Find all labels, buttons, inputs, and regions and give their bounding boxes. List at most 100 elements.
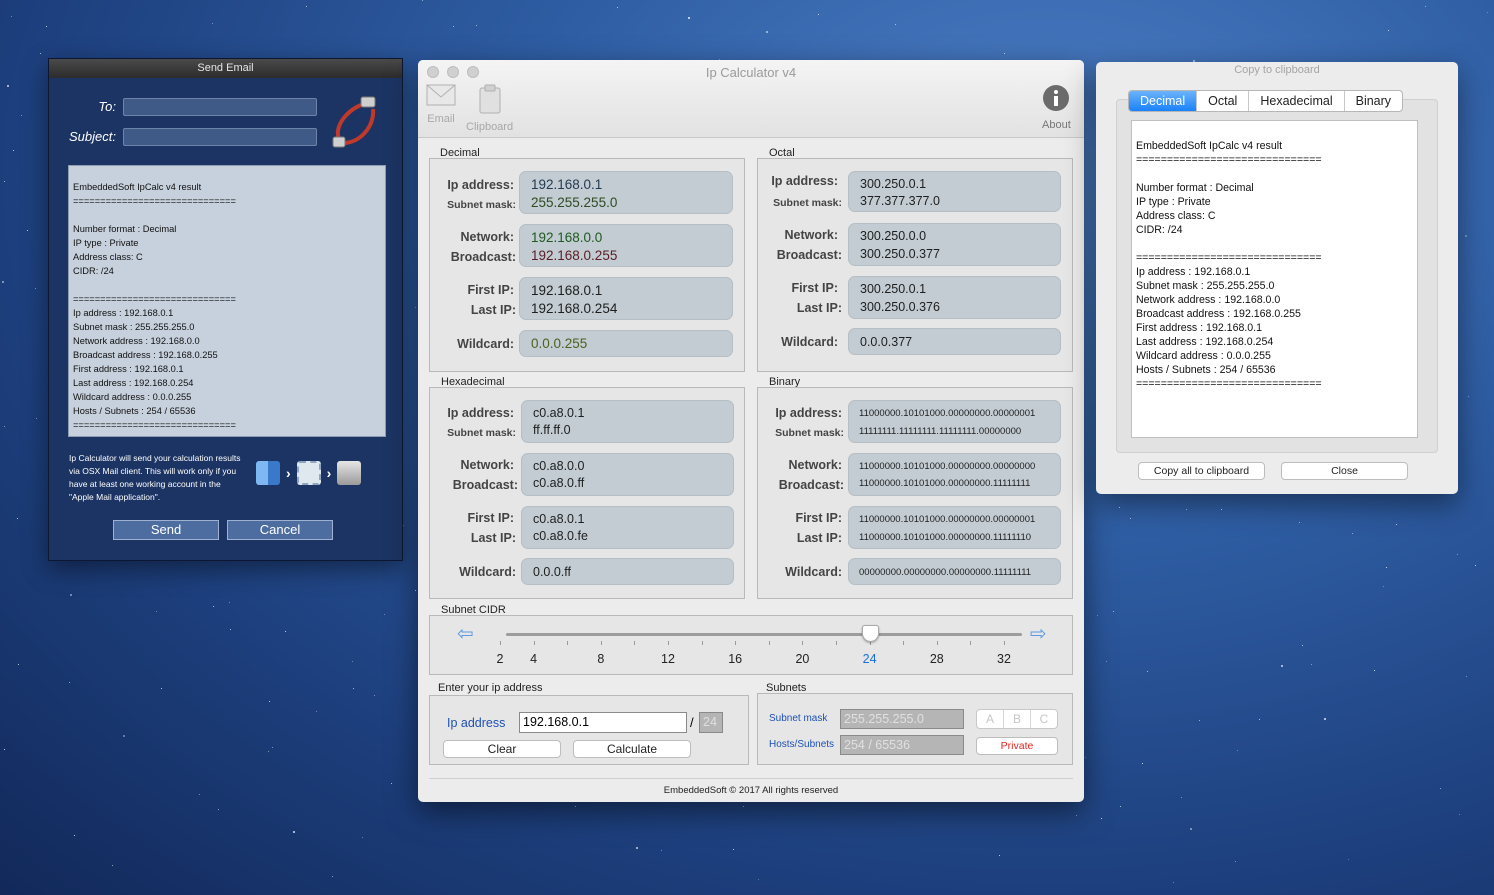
decimal-first-label: First IP:	[467, 283, 514, 297]
octal-ip-label: Ip address:	[771, 174, 838, 188]
cidr-tick	[1004, 641, 1005, 645]
envelope-icon	[426, 84, 456, 106]
format-tabs: Decimal Octal Hexadecimal Binary	[1128, 90, 1404, 112]
star	[156, 611, 157, 612]
address-class-selector: A B C	[976, 709, 1058, 729]
star	[123, 735, 125, 737]
cancel-button[interactable]: Cancel	[227, 520, 333, 540]
star	[818, 14, 819, 15]
star	[453, 26, 454, 27]
binary-mask-value: 11111111.11111111.11111111.00000000	[859, 426, 1022, 437]
star	[218, 809, 219, 810]
binary-network-label: Network:	[788, 458, 842, 472]
octal-network-label: Network:	[784, 228, 838, 242]
star	[1173, 882, 1174, 883]
clipboard-tool[interactable]: Clipboard	[466, 84, 513, 133]
binary-network-value: 11000000.10101000.00000000.00000000	[859, 461, 1036, 472]
cidr-tick-label: 8	[597, 652, 605, 666]
star	[758, 879, 759, 880]
clipboard-text[interactable]: EmbeddedSoft IpCalc v4 result ==========…	[1131, 120, 1418, 438]
copy-all-button[interactable]: Copy all to clipboard	[1138, 462, 1265, 480]
tab-binary[interactable]: Binary	[1345, 91, 1402, 111]
to-field[interactable]	[123, 98, 317, 116]
close-button[interactable]: Close	[1281, 462, 1408, 480]
cidr-tick	[600, 641, 602, 645]
cidr-tick-label: 4	[530, 652, 538, 666]
ip-calculator-window: Ip Calculator v4 Email Clipboard About D…	[418, 60, 1084, 802]
cidr-tick	[701, 641, 703, 645]
star	[27, 230, 28, 231]
cidr-input[interactable]: 24	[699, 712, 723, 733]
star	[212, 23, 213, 24]
cidr-slider-knob[interactable]	[861, 625, 879, 642]
hex-network-value: c0.a8.0.0	[533, 459, 585, 473]
star	[384, 614, 385, 615]
star	[415, 590, 416, 591]
star	[1396, 524, 1397, 525]
star	[161, 688, 162, 689]
cidr-slash: /	[690, 715, 694, 730]
email-body[interactable]: EmbeddedSoft IpCalc v4 result ==========…	[68, 165, 386, 437]
about-tool[interactable]: About	[1042, 84, 1071, 131]
star	[13, 150, 14, 151]
tab-decimal[interactable]: Decimal	[1129, 91, 1198, 111]
octal-broadcast-value: 300.250.0.377	[860, 247, 940, 261]
star	[332, 876, 333, 877]
decimal-mask-value: 255.255.255.0	[531, 195, 618, 210]
cidr-decrease-arrow-icon[interactable]: ⇦	[457, 624, 474, 644]
star	[1221, 509, 1222, 510]
star	[733, 849, 734, 850]
decimal-network-label: Network:	[460, 230, 514, 244]
hex-mask-label: Subnet mask:	[447, 427, 516, 439]
star	[272, 747, 273, 748]
star	[36, 418, 37, 419]
octal-mask-label: Subnet mask:	[773, 197, 842, 209]
hex-wildcard-value: 0.0.0.ff	[533, 565, 571, 579]
star	[1475, 565, 1476, 566]
mail-stamp-icon	[296, 461, 321, 485]
decimal-broadcast-value: 192.168.0.255	[531, 248, 618, 263]
decimal-wildcard-box: 0.0.0.255	[519, 330, 733, 357]
ip-type-badge: Private	[976, 737, 1058, 755]
clear-button[interactable]: Clear	[443, 740, 561, 758]
tab-octal[interactable]: Octal	[1197, 91, 1250, 111]
star	[362, 837, 363, 838]
star	[69, 682, 70, 683]
finder-icon	[256, 461, 280, 485]
octal-first-label: First IP:	[791, 281, 838, 295]
star	[1299, 522, 1300, 523]
octal-wildcard-box: 0.0.0.377	[848, 328, 1061, 355]
octal-ip-box: 300.250.0.1 377.377.377.0	[848, 171, 1061, 212]
star	[743, 806, 744, 807]
star	[4, 181, 5, 182]
about-tool-label: About	[1042, 119, 1071, 131]
ip-address-input[interactable]: 192.168.0.1	[519, 712, 687, 733]
binary-ip-box: 11000000.10101000.00000000.00000001 1111…	[848, 400, 1061, 443]
cidr-tick	[567, 641, 569, 645]
star	[1085, 757, 1086, 758]
star	[213, 606, 214, 607]
cidr-slider-track[interactable]	[506, 633, 1022, 636]
calculate-button[interactable]: Calculate	[573, 740, 691, 758]
email-note: Ip Calculator will send your calculation…	[69, 453, 241, 502]
star	[1468, 396, 1469, 397]
star	[2, 281, 4, 283]
email-tool[interactable]: Email	[426, 84, 456, 125]
hex-ip-value: c0.a8.0.1	[533, 406, 585, 420]
calc-toolbar: Ip Calculator v4 Email Clipboard About	[418, 60, 1084, 138]
star	[1119, 507, 1120, 508]
cidr-increase-arrow-icon[interactable]: ⇨	[1030, 624, 1047, 644]
star	[1106, 661, 1107, 662]
hex-broadcast-value: c0.a8.0.ff	[533, 476, 585, 490]
star	[1465, 235, 1467, 237]
star	[1237, 750, 1238, 751]
star	[766, 31, 768, 33]
hosts-subnets-field: 254 / 65536	[840, 735, 964, 755]
star	[1352, 533, 1353, 534]
class-c-segment: C	[1039, 712, 1049, 726]
binary-network-box: 11000000.10101000.00000000.00000000 1100…	[848, 453, 1061, 496]
subject-field[interactable]	[123, 128, 317, 146]
send-button[interactable]: Send	[113, 520, 219, 540]
star	[268, 751, 269, 752]
tab-hexadecimal[interactable]: Hexadecimal	[1249, 91, 1345, 111]
